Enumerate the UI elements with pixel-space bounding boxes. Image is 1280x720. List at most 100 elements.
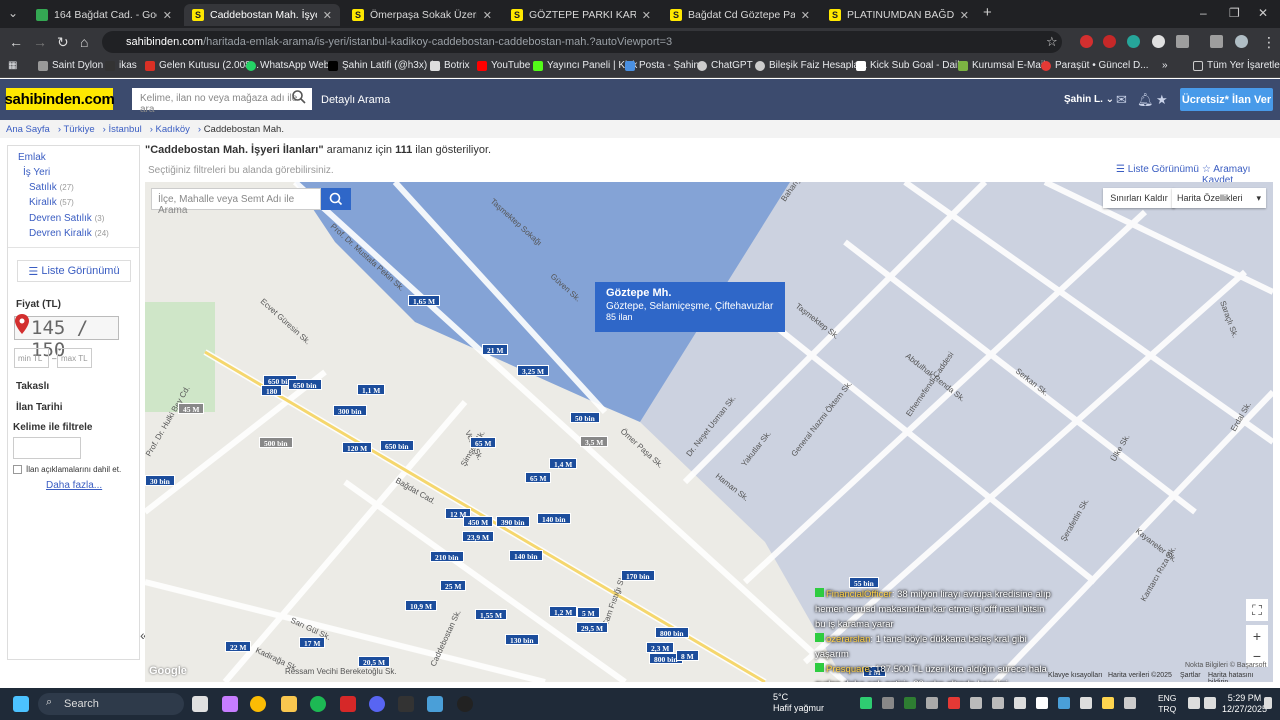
remove-boundaries-button[interactable]: Sınırları Kaldır	[1103, 188, 1175, 208]
close-tab-icon[interactable]: ✕	[642, 9, 651, 22]
apps-icon[interactable]: ▦	[8, 60, 17, 71]
listing-pin[interactable]: 10,9 M	[405, 600, 438, 611]
listing-pin[interactable]: 650 bin	[380, 440, 414, 451]
category-satilik[interactable]: Satılık (27)	[29, 182, 74, 193]
extension-icon[interactable]	[1103, 35, 1116, 48]
terms-link[interactable]: Şartlar	[1180, 672, 1201, 679]
task-view-icon[interactable]	[192, 696, 208, 712]
listing-pin[interactable]: 1,2 M	[549, 606, 578, 617]
extension-icon[interactable]	[1127, 35, 1140, 48]
listing-pin[interactable]: 1,65 M	[408, 295, 441, 306]
wifi-icon[interactable]	[1188, 697, 1200, 709]
user-menu[interactable]: Şahin L. ⌄	[1064, 94, 1114, 105]
windows-start-icon[interactable]	[13, 696, 29, 712]
obs-icon[interactable]	[457, 696, 473, 712]
listing-pin[interactable]: 65 M	[525, 472, 552, 483]
chrome-icon[interactable]	[250, 696, 266, 712]
listing-pin[interactable]: 120 M	[342, 442, 373, 453]
category-devren-kiralik[interactable]: Devren Kiralık (24)	[29, 228, 109, 239]
bookmark-item[interactable]: Paraşüt • Güncel D...	[1041, 60, 1149, 71]
tray-icon[interactable]	[992, 697, 1004, 709]
forward-icon[interactable]: →	[33, 34, 47, 50]
extension-icon[interactable]	[1080, 35, 1093, 48]
listing-pin[interactable]: 25 M	[440, 580, 467, 591]
bookmark-item[interactable]: Botrix	[430, 60, 470, 71]
tab-caddebostan[interactable]: S Caddebostan Mah. İşyeri İlanları✕	[184, 4, 340, 26]
listing-pin[interactable]: 8 M	[676, 650, 699, 661]
listing-pin[interactable]: 3,5 M	[580, 436, 609, 447]
bookmark-item[interactable]: Kick Sub Goal - Dail...	[856, 60, 968, 71]
tray-icon[interactable]	[948, 697, 960, 709]
notification-icon[interactable]	[1264, 697, 1272, 709]
tray-icon[interactable]	[1014, 697, 1026, 709]
bookmark-item[interactable]: Posta - Şahin	[625, 60, 699, 71]
close-tab-icon[interactable]: ✕	[960, 9, 969, 22]
keyword-filter-input[interactable]	[13, 437, 81, 459]
extensions-puzzle-icon[interactable]	[1176, 35, 1189, 48]
close-window-icon[interactable]: ✕	[1258, 6, 1268, 20]
close-tab-icon[interactable]: ✕	[323, 9, 332, 22]
language-indicator[interactable]: ENG TRQ	[1158, 693, 1176, 715]
listing-pin[interactable]: 300 bin	[333, 405, 367, 416]
settings-icon[interactable]	[427, 696, 443, 712]
terminal-icon[interactable]	[398, 696, 414, 712]
close-tab-icon[interactable]: ✕	[801, 9, 810, 22]
map-view[interactable]: Ecvet Güresin Sk. Prof. Dr. Mustafa Peki…	[145, 182, 1273, 682]
messages-icon[interactable]: ✉	[1116, 92, 1127, 108]
app-icon[interactable]	[340, 696, 356, 712]
copilot-icon[interactable]	[222, 696, 238, 712]
back-icon[interactable]: ←	[9, 34, 23, 50]
tab-platinum[interactable]: S PLATINUMDAN BAĞDAT CADD✕	[821, 4, 977, 26]
listing-pin[interactable]: 5 M	[577, 607, 600, 618]
tray-icon[interactable]	[1058, 697, 1070, 709]
listing-pin[interactable]: 140 bin	[509, 550, 543, 561]
discord-icon[interactable]	[369, 696, 385, 712]
detailed-search-link[interactable]: Detaylı Arama	[321, 94, 390, 106]
ilan-tarihi-label[interactable]: İlan Tarihi	[16, 402, 63, 413]
bookmark-item[interactable]: Yayıncı Paneli | Kick	[533, 60, 637, 71]
tray-icon[interactable]	[1036, 697, 1048, 709]
map-search-button[interactable]	[321, 188, 351, 210]
listing-pin[interactable]: 130 bin	[505, 634, 539, 645]
breadcrumb-item[interactable]: Türkiye	[63, 124, 94, 135]
min-price-input[interactable]: min TL	[14, 348, 49, 368]
tray-icon[interactable]	[926, 697, 938, 709]
listing-pin[interactable]: 30 bin	[145, 475, 175, 486]
bookmark-item[interactable]: Kurumsal E-Mail	[958, 60, 1045, 71]
listing-pin[interactable]: 170 bin	[621, 570, 655, 581]
tab-goztepe-parki[interactable]: S GÖZTEPE PARKI KARŞISINDA B✕	[503, 4, 659, 26]
listing-pin[interactable]: 17 M	[299, 637, 326, 648]
listing-pin[interactable]: 23,9 M	[462, 531, 495, 542]
tray-icon[interactable]	[1080, 697, 1092, 709]
map-search-input[interactable]: İlçe, Mahalle veya Semt Adı ile Arama	[151, 188, 321, 216]
close-tab-icon[interactable]: ✕	[483, 9, 492, 22]
bookmark-star-icon[interactable]: ☆	[1046, 34, 1058, 50]
tray-icon[interactable]	[860, 697, 872, 709]
more-filters-link[interactable]: Daha fazla...	[46, 480, 102, 491]
breadcrumb-item[interactable]: Ana Sayfa	[6, 124, 50, 135]
new-tab-icon[interactable]: +	[983, 4, 992, 21]
bookmark-item[interactable]: WhatsApp Web	[246, 60, 329, 71]
home-icon[interactable]: ⌂	[80, 34, 88, 50]
tab-bagdat-cd[interactable]: S Bağdat Cd Göztepe Parkı ve Sa✕	[662, 4, 818, 26]
system-clock[interactable]: 5:29 PM 12/27/2025	[1222, 693, 1267, 715]
spotify-icon[interactable]	[310, 696, 326, 712]
url-bar[interactable]: sahibinden.com/haritada-emlak-arama/is-y…	[102, 31, 1062, 53]
bookmark-item[interactable]: YouTube	[477, 60, 530, 71]
taskbar-search[interactable]: ⌕ Search	[38, 693, 184, 715]
fullscreen-icon[interactable]: ⛶	[1246, 599, 1268, 621]
listing-pin[interactable]: 1,4 M	[549, 458, 578, 469]
include-descriptions-checkbox[interactable]	[13, 465, 22, 474]
listing-pin[interactable]: 180	[261, 385, 283, 396]
breadcrumb-item[interactable]: İstanbul	[108, 124, 141, 135]
listing-pin[interactable]: 50 bin	[570, 412, 600, 423]
close-tab-icon[interactable]: ✕	[163, 9, 172, 22]
list-view-link[interactable]: ☰ Liste Görünümü	[1116, 164, 1199, 175]
listing-pin[interactable]: 1,55 M	[475, 609, 508, 620]
category-emlak[interactable]: Emlak	[18, 152, 46, 163]
bookmark-item[interactable]: Gelen Kutusu (2.008...	[145, 60, 259, 71]
reload-icon[interactable]: ↻	[57, 34, 69, 51]
bookmark-item[interactable]: Şahin Latifi (@h3x) /...	[328, 60, 441, 71]
keyboard-shortcuts-link[interactable]: Klavye kısayolları	[1048, 672, 1102, 679]
listing-pin[interactable]: 140 bin	[537, 513, 571, 524]
